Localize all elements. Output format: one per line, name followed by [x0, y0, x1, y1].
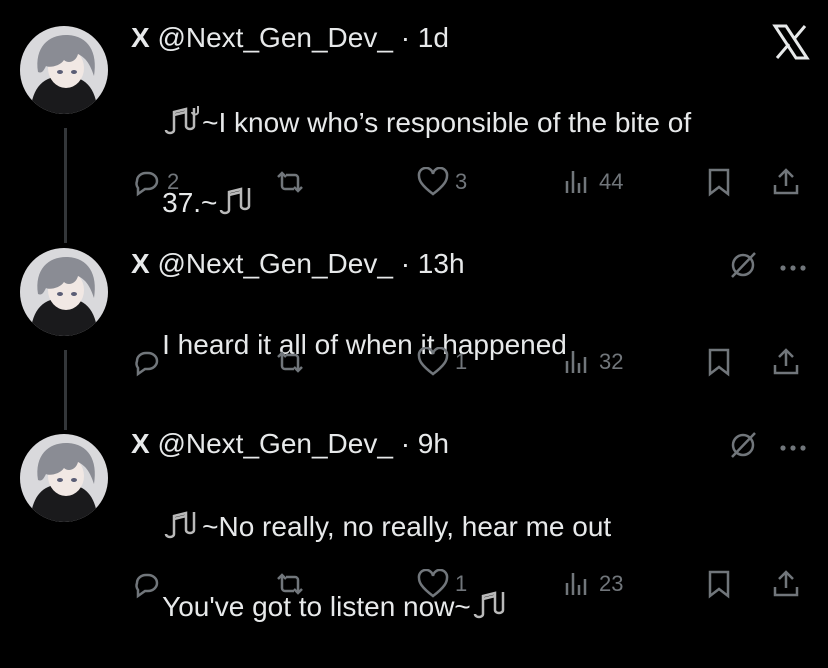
reply-button[interactable]: [131, 344, 167, 380]
avatar[interactable]: [20, 248, 108, 336]
like-count: 3: [455, 169, 468, 194]
avatar-image: [20, 248, 108, 336]
reply-count: 2: [167, 169, 180, 194]
avatar[interactable]: [20, 434, 108, 522]
share-button[interactable]: [771, 344, 801, 380]
retweet-button[interactable]: [273, 344, 313, 380]
tweet-3[interactable]: X @Next_Gen_Dev_ · 9h ~No really, no rea…: [0, 408, 828, 622]
separator-dot: ·: [400, 428, 411, 459]
separator-dot: ·: [400, 248, 411, 279]
retweet-icon: [277, 573, 303, 595]
avatar-image: [20, 26, 108, 114]
tweet-1[interactable]: X @Next_Gen_Dev_ · 1d ~I know who’s resp…: [0, 0, 828, 218]
heart-icon: [417, 347, 449, 376]
views-icon: [565, 351, 587, 373]
more-options-icon[interactable]: [778, 260, 808, 278]
tweet-header: X @Next_Gen_Dev_ · 1d: [131, 20, 449, 56]
user-handle[interactable]: @Next_Gen_Dev_: [157, 22, 392, 53]
grok-icon[interactable]: [728, 430, 758, 465]
share-icon: [773, 348, 799, 375]
avatar[interactable]: [20, 26, 108, 114]
action-bar: 2 3 44: [131, 164, 811, 200]
share-button[interactable]: [771, 164, 801, 200]
like-count: 1: [455, 571, 468, 596]
music-notes-icon: [162, 104, 202, 146]
like-button[interactable]: 3: [417, 164, 467, 200]
tweet-header: X @Next_Gen_Dev_ · 9h: [131, 426, 449, 462]
heart-icon: [417, 569, 449, 598]
bookmark-button[interactable]: [705, 344, 733, 380]
views-button[interactable]: 44: [563, 164, 623, 200]
tweet-line-1: ~No really, no really, hear me out: [202, 511, 612, 542]
display-name[interactable]: X: [131, 22, 150, 53]
like-button[interactable]: 1: [417, 344, 467, 380]
timestamp[interactable]: 13h: [418, 248, 465, 279]
share-button[interactable]: [771, 566, 801, 602]
display-name[interactable]: X: [131, 428, 150, 459]
timestamp[interactable]: 9h: [418, 428, 449, 459]
retweet-icon: [277, 171, 303, 193]
view-count: 23: [599, 571, 624, 596]
reply-icon: [135, 351, 159, 377]
user-handle[interactable]: @Next_Gen_Dev_: [157, 428, 392, 459]
bookmark-icon: [708, 168, 730, 197]
like-button[interactable]: 1: [417, 566, 467, 602]
heart-icon: [417, 167, 449, 196]
bookmark-icon: [708, 570, 730, 599]
reply-button[interactable]: 2: [131, 164, 179, 200]
bookmark-button[interactable]: [705, 566, 733, 602]
share-icon: [773, 570, 799, 597]
views-icon: [565, 171, 587, 193]
tweet-2[interactable]: X @Next_Gen_Dev_ · 13h I heard it all of…: [0, 222, 828, 422]
grok-icon[interactable]: [728, 250, 758, 285]
retweet-icon: [277, 351, 303, 373]
user-handle[interactable]: @Next_Gen_Dev_: [157, 248, 392, 279]
retweet-button[interactable]: [273, 566, 313, 602]
views-button[interactable]: 23: [563, 566, 623, 602]
timestamp[interactable]: 1d: [418, 22, 449, 53]
display-name[interactable]: X: [131, 248, 150, 279]
bookmark-icon: [708, 348, 730, 377]
action-bar: 1 32: [131, 344, 811, 380]
views-button[interactable]: 32: [563, 344, 623, 380]
bookmark-button[interactable]: [705, 164, 733, 200]
retweet-button[interactable]: [273, 164, 313, 200]
view-count: 32: [599, 349, 624, 374]
like-count: 1: [455, 349, 468, 374]
view-count: 44: [599, 169, 624, 194]
reply-icon: [135, 171, 159, 197]
action-bar: 1 23: [131, 566, 811, 602]
reply-button[interactable]: [131, 566, 167, 602]
tweet-line-1: ~I know who’s responsible of the bite of: [202, 107, 692, 138]
share-icon: [773, 168, 799, 195]
avatar-image: [20, 434, 108, 522]
separator-dot: ·: [400, 22, 411, 53]
more-options-icon[interactable]: [778, 440, 808, 458]
reply-icon: [135, 573, 159, 599]
x-logo-icon[interactable]: [772, 24, 810, 65]
tweet-header: X @Next_Gen_Dev_ · 13h: [131, 246, 465, 282]
views-icon: [565, 573, 587, 595]
music-notes-icon: [162, 510, 202, 550]
